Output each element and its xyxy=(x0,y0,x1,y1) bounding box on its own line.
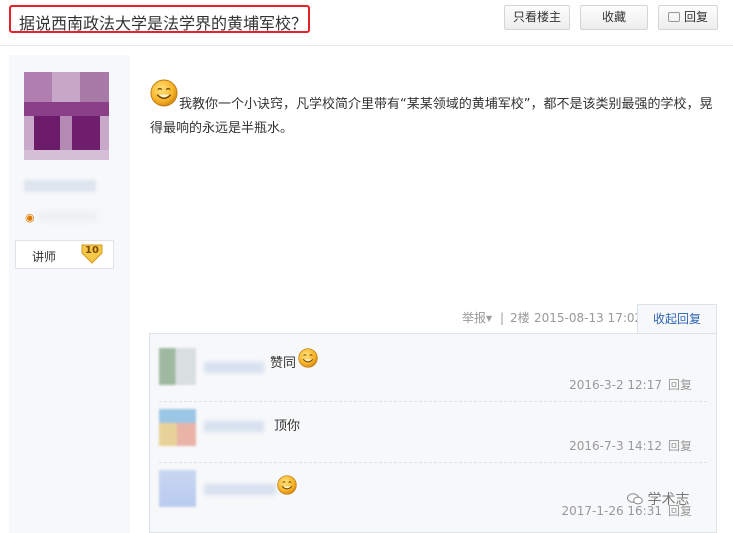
watermark: 学术志 xyxy=(627,489,689,509)
list-item: 顶你 2016-7-3 14:12 回复 xyxy=(159,409,707,459)
reply-link[interactable]: 回复 xyxy=(668,439,692,453)
watermark-text: 学术志 xyxy=(647,492,690,508)
thread-title-highlight: 据说西南政法大学是法学界的黄埔军校？ xyxy=(9,5,310,33)
report-link[interactable]: 举报▾ xyxy=(462,306,492,330)
post-content: 我教你一个小诀窍，凡学校简介里带有“某某领域的黄埔军校”，都不是该类别最强的学校… xyxy=(150,97,713,136)
reply-datetime: 2016-7-3 14:12 xyxy=(569,439,662,453)
collapse-replies-button[interactable]: 收起回复 xyxy=(637,304,717,334)
rank-box[interactable]: 讲师 10 xyxy=(15,240,114,269)
reply-text: 赞同 xyxy=(270,356,297,371)
reply-avatar[interactable] xyxy=(159,470,196,507)
level-badge-icon: 10 xyxy=(80,241,104,265)
list-item: 2017-1-26 16:31 回复 xyxy=(159,470,707,520)
thread-header: 据说西南政法大学是法学界的黄埔军校？ 只看楼主 收藏 回复 xyxy=(0,0,733,46)
reply-meta: 2016-7-3 14:12 回复 xyxy=(569,437,692,454)
divider xyxy=(159,401,707,402)
avatar[interactable] xyxy=(24,72,109,160)
author-sidebar: ◉ 讲师 10 xyxy=(9,55,130,533)
reply-datetime: 2016-3-2 12:17 xyxy=(569,378,662,392)
smiley-icon xyxy=(298,348,318,368)
reply-avatar[interactable] xyxy=(159,409,196,446)
rank-label: 讲师 xyxy=(32,250,57,264)
smiley-icon xyxy=(277,475,297,495)
only-op-button[interactable]: 只看楼主 xyxy=(504,5,570,30)
post-datetime: 2015-08-13 17:02 xyxy=(534,311,643,325)
divider xyxy=(159,462,707,463)
reply-avatar[interactable] xyxy=(159,348,196,385)
badge-text-blurred xyxy=(39,211,97,222)
comment-icon xyxy=(667,12,680,22)
reply-link[interactable]: 回复 xyxy=(668,378,692,392)
reply-text: 顶你 xyxy=(274,419,301,434)
reply-username-blurred[interactable] xyxy=(204,484,276,495)
username-blurred[interactable] xyxy=(24,180,96,192)
reply-button-label: 回复 xyxy=(683,10,708,24)
meta-separator: | xyxy=(500,311,505,325)
reply-username-blurred[interactable] xyxy=(204,421,264,432)
wechat-icon xyxy=(627,493,643,505)
reply-username-blurred[interactable] xyxy=(204,362,264,373)
list-item: 赞同 2016-3-2 12:17 回复 xyxy=(159,348,707,398)
reply-button[interactable]: 回复 xyxy=(658,5,718,30)
game-badge-icon: ◉ xyxy=(25,211,35,224)
floor-number: 2楼 xyxy=(510,311,530,325)
reply-meta: 2016-3-2 12:17 回复 xyxy=(569,376,692,393)
thread-title: 据说西南政法大学是法学界的黄埔军校？ xyxy=(19,14,308,33)
favorite-button[interactable]: 收藏 xyxy=(580,5,648,30)
level-number: 10 xyxy=(85,245,99,256)
